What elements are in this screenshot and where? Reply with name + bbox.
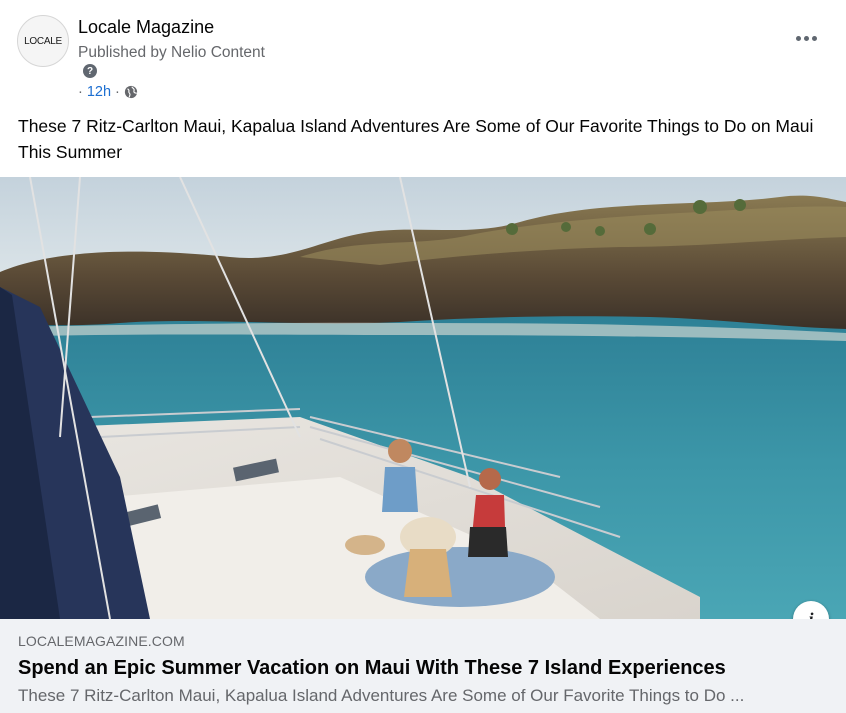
question-circle-icon[interactable]: ?: [83, 64, 97, 78]
globe-icon[interactable]: [124, 85, 138, 99]
facebook-post: LOCALE Locale Magazine Published by Neli…: [0, 0, 846, 713]
link-preview[interactable]: LOCALEMAGAZINE.COM Spend an Epic Summer …: [0, 619, 846, 713]
meta-separator: ·: [78, 84, 83, 100]
timestamp-link[interactable]: 12h: [87, 84, 111, 100]
link-title[interactable]: Spend an Epic Summer Vacation on Maui Wi…: [18, 657, 726, 680]
meta-separator: ·: [115, 84, 120, 100]
catamaran-photo: [0, 177, 846, 619]
post-meta: · 12h ·: [78, 84, 138, 100]
more-dot: [811, 35, 817, 41]
more-dot: [803, 35, 809, 41]
more-options-button[interactable]: [788, 24, 824, 52]
page-name-link[interactable]: Locale Magazine: [78, 17, 214, 38]
link-description: These 7 Ritz-Carlton Maui, Kapalua Islan…: [18, 686, 745, 705]
link-domain: LOCALEMAGAZINE.COM: [18, 633, 185, 649]
post-image[interactable]: [0, 177, 846, 619]
more-dot: [795, 35, 801, 41]
page-avatar[interactable]: LOCALE: [17, 15, 69, 67]
post-header: LOCALE Locale Magazine Published by Neli…: [0, 0, 846, 110]
published-by-label: Published by Nelio Content: [78, 44, 265, 61]
avatar-logo-text: LOCALE: [24, 35, 62, 47]
post-message: These 7 Ritz-Carlton Maui, Kapalua Islan…: [18, 116, 814, 162]
